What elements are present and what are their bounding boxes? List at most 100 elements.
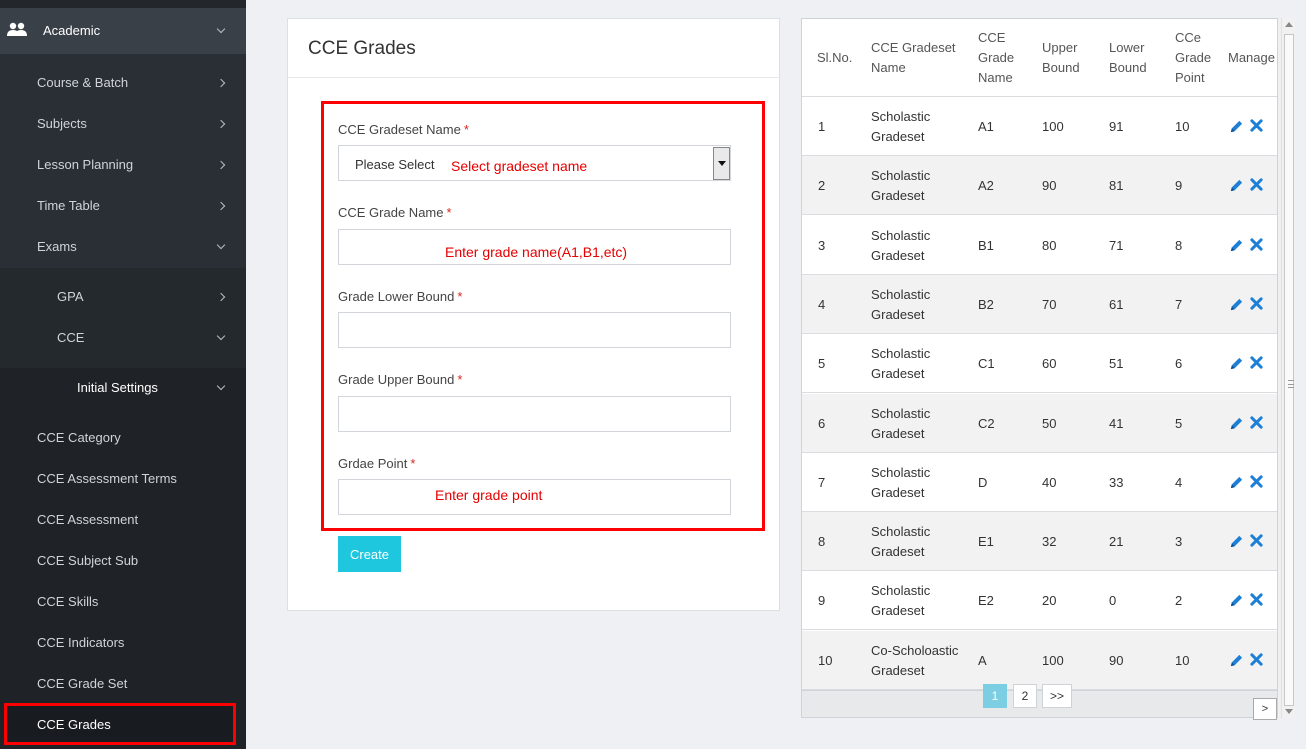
scrollbar-thumb[interactable] (1284, 34, 1294, 706)
cell-grade-point: 8 (1175, 237, 1183, 253)
next-page-button[interactable]: >> (1042, 684, 1072, 708)
sidebar-item-label: GPA (57, 289, 84, 304)
scroll-right-button[interactable]: > (1253, 698, 1277, 720)
x-icon[interactable] (1250, 237, 1263, 251)
upper-bound-input[interactable] (338, 396, 731, 432)
create-button[interactable]: Create (338, 536, 401, 572)
cell-lower-bound: 0 (1109, 593, 1117, 609)
gradeset-name-select[interactable]: Please Select Select gradeset name (338, 145, 731, 181)
cell-slno: 4 (818, 296, 826, 312)
sidebar-item-gpa[interactable]: GPA (0, 276, 246, 317)
cell-line: Scholastic (871, 227, 931, 243)
sidebar-item-cce-skills[interactable]: CCE Skills (0, 581, 246, 622)
sidebar-item-label: CCE Subject Sub (37, 553, 139, 568)
cell-grade-point: 4 (1175, 474, 1183, 490)
chevron-down-icon (216, 24, 226, 34)
cell-gradeset-name: Scholastic Gradeset (871, 344, 930, 384)
cell-grade-name: D (978, 474, 988, 490)
lower-bound-input[interactable] (338, 312, 731, 348)
scroll-down-arrow-icon[interactable] (1285, 709, 1293, 714)
cell-line: Gradeset (871, 366, 925, 382)
sidebar-item-label: CCE Grades (37, 717, 111, 732)
cell-grade-name: A2 (978, 178, 994, 194)
sidebar-item-label: CCE Skills (37, 594, 99, 609)
cell-line: Gradeset (871, 247, 925, 263)
table-row: 1 Scholastic Gradeset A1 100 91 10 (802, 97, 1277, 156)
cell-line: Scholastic (871, 583, 931, 599)
required-mark: * (410, 456, 416, 471)
cell-upper-bound: 100 (1042, 652, 1064, 668)
sidebar-item-initial-settings[interactable]: Initial Settings (0, 367, 246, 408)
page-2-button[interactable]: 2 (1013, 684, 1037, 708)
cell-grade-name: A (978, 652, 987, 668)
x-icon[interactable] (1250, 534, 1263, 547)
cell-line: Gradeset (871, 188, 925, 204)
required-mark: * (446, 205, 452, 220)
x-icon[interactable] (1250, 415, 1263, 429)
pencil-icon[interactable] (1229, 416, 1244, 431)
pencil-icon[interactable] (1229, 593, 1244, 608)
dropdown-button[interactable] (713, 147, 730, 180)
page-1-button[interactable]: 1 (983, 684, 1007, 708)
cell-line: Scholastic (871, 524, 931, 540)
pencil-icon[interactable] (1229, 119, 1244, 134)
cell-gradeset-name: Scholastic Gradeset (871, 107, 930, 147)
sidebar-item-cce-indicators[interactable]: CCE Indicators (0, 622, 246, 663)
cell-slno: 9 (818, 593, 826, 609)
sidebar-item-exams[interactable]: Exams (0, 226, 246, 267)
header-line: CCe (1175, 30, 1202, 45)
grade-point-input[interactable]: Enter grade point (338, 479, 731, 515)
sidebar-item-cce-assessment[interactable]: CCE Assessment (0, 499, 246, 540)
x-icon[interactable] (1250, 653, 1263, 666)
chevron-right-icon (216, 119, 226, 128)
table-row: 3 Scholastic Gradeset B1 80 71 8 (802, 215, 1277, 275)
pencil-icon[interactable] (1229, 534, 1244, 549)
pencil-icon[interactable] (1229, 356, 1244, 371)
gradeset-hint: Select gradeset name (451, 158, 588, 174)
vertical-scrollbar[interactable] (1281, 18, 1295, 718)
pencil-icon[interactable] (1229, 238, 1244, 253)
cell-gradeset-name: Scholastic Gradeset (871, 463, 930, 503)
sidebar-section-academic[interactable]: Academic (0, 8, 246, 54)
x-icon[interactable] (1250, 119, 1263, 132)
cell-line: Gradeset (871, 662, 925, 678)
grip-icon (1288, 380, 1294, 388)
sidebar-item-cce[interactable]: CCE (0, 317, 246, 358)
cell-line: Gradeset (871, 544, 925, 560)
sidebar-item-subjects[interactable]: Subjects (0, 103, 246, 144)
cell-line: Gradeset (871, 425, 925, 441)
header-line: Upper (1042, 40, 1078, 55)
cell-lower-bound: 33 (1109, 474, 1124, 490)
x-icon[interactable] (1250, 356, 1263, 369)
scroll-up-arrow-icon[interactable] (1285, 22, 1293, 27)
sidebar-item-cce-assessment-terms[interactable]: CCE Assessment Terms (0, 458, 246, 499)
cell-gradeset-name: Scholastic Gradeset (871, 226, 930, 266)
sidebar-item-cce-grade-set[interactable]: CCE Grade Set (0, 663, 246, 704)
pencil-icon[interactable] (1229, 178, 1244, 193)
cell-slno: 3 (818, 237, 826, 253)
pencil-icon[interactable] (1229, 297, 1244, 312)
table-row: 2 Scholastic Gradeset A2 90 81 9 (802, 156, 1277, 216)
pencil-icon[interactable] (1229, 653, 1244, 668)
x-icon[interactable] (1250, 475, 1263, 488)
grade-name-input[interactable]: Enter grade name(A1,B1,etc) (338, 229, 731, 265)
cell-upper-bound: 32 (1042, 534, 1057, 550)
sidebar-item-cce-grades[interactable]: CCE Grades (0, 704, 246, 745)
chevron-right-icon (216, 292, 226, 301)
sidebar-item-cce-category[interactable]: CCE Category (0, 417, 246, 458)
sidebar-item-label: Course & Batch (37, 75, 129, 90)
x-icon[interactable] (1250, 593, 1263, 607)
required-mark: * (457, 372, 463, 387)
cce-grades-form-panel: CCE Grades CCE Gradeset Name * Please Sel… (287, 18, 780, 611)
table-row: 4 Scholastic Gradeset B2 70 61 7 (802, 274, 1277, 334)
x-icon[interactable] (1250, 178, 1263, 191)
cell-gradeset-name: Scholastic Gradeset (871, 404, 930, 444)
grade-point-label-text: Grdae Point (338, 456, 408, 471)
sidebar-item-cce-subject-sub[interactable]: CCE Subject Sub (0, 540, 246, 581)
cell-grade-point: 3 (1175, 534, 1183, 550)
x-icon[interactable] (1250, 297, 1263, 310)
sidebar-item-time-table[interactable]: Time Table (0, 185, 246, 226)
sidebar-item-course-batch[interactable]: Course & Batch (0, 62, 246, 103)
sidebar-item-lesson-planning[interactable]: Lesson Planning (0, 144, 246, 185)
pencil-icon[interactable] (1229, 475, 1244, 490)
